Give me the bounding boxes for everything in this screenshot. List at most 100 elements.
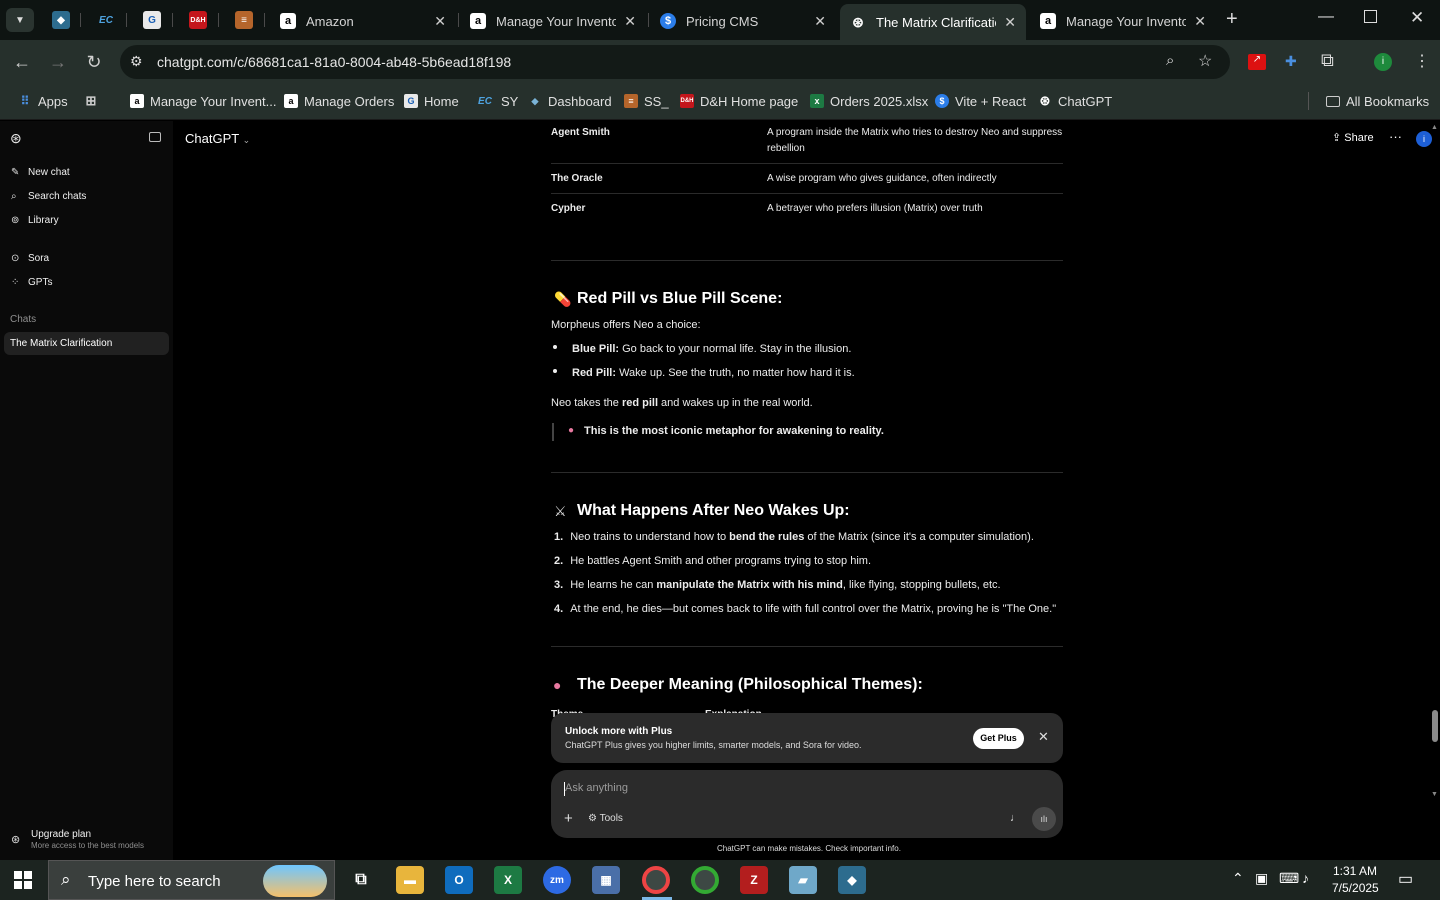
get-plus-button[interactable]: Get Plus bbox=[973, 728, 1024, 749]
chat-item-active[interactable]: The Matrix Clarification bbox=[4, 332, 169, 355]
bookmark-apps[interactable]: ⠿ Apps bbox=[18, 92, 68, 110]
new-chat-button[interactable]: ✎ New chat bbox=[11, 167, 70, 178]
scroll-down-icon[interactable]: ▼ bbox=[1431, 791, 1438, 798]
tab-pricing-cms[interactable]: $ Pricing CMS ✕ bbox=[650, 6, 836, 36]
sora-button[interactable]: ⊙ Sora bbox=[11, 253, 49, 264]
bookmark-orders-xlsx[interactable]: x Orders 2025.xlsx bbox=[810, 92, 928, 110]
app-icon[interactable]: ▰ bbox=[789, 866, 817, 894]
outlook-icon[interactable]: O bbox=[445, 866, 473, 894]
gpts-button[interactable]: ⁘ GPTs bbox=[11, 277, 52, 288]
task-view-icon[interactable]: ⧉ bbox=[347, 866, 375, 894]
extensions-puzzle-icon[interactable]: ⧉ bbox=[1321, 50, 1334, 71]
close-icon[interactable]: ✕ bbox=[1038, 729, 1049, 745]
toggle-sidebar-icon[interactable] bbox=[149, 132, 161, 142]
character-desc: A wise program who gives guidance, often… bbox=[767, 173, 997, 184]
model-selector[interactable]: ChatGPT ⌄ bbox=[185, 131, 250, 146]
windows-start-icon[interactable] bbox=[14, 871, 32, 889]
reload-icon[interactable]: ↻ bbox=[82, 50, 106, 74]
tab-manage-inventory-1[interactable]: a Manage Your Inventor ✕ bbox=[460, 6, 646, 36]
add-attachment-icon[interactable]: + bbox=[564, 810, 573, 827]
more-options-button[interactable]: ··· bbox=[1389, 129, 1402, 144]
search-chats-button[interactable]: ⌕ Search chats bbox=[11, 191, 86, 202]
tab-manage-inventory-2[interactable]: a Manage Your Inventor ✕ bbox=[1030, 6, 1216, 36]
chatgpt-logo-icon[interactable]: ⊛ bbox=[10, 130, 22, 147]
volume-icon[interactable]: ♪ bbox=[1302, 870, 1309, 886]
tools-button[interactable]: ⚙ Tools bbox=[588, 813, 623, 824]
bookmark-dashboard[interactable]: ◆ Dashboard bbox=[528, 92, 612, 110]
pinned-tab-1[interactable]: ◆ bbox=[52, 11, 70, 29]
library-button[interactable]: ⊚ Library bbox=[11, 215, 59, 226]
back-arrow-icon[interactable]: ← bbox=[10, 50, 34, 74]
chrome-profile-icon[interactable] bbox=[691, 866, 719, 894]
pinned-tab-3[interactable]: G bbox=[143, 11, 161, 29]
microphone-icon[interactable]: ♩ bbox=[1010, 812, 1021, 824]
site-info-icon[interactable]: ⚙ bbox=[130, 53, 143, 70]
text: of the Matrix (since it's a computer sim… bbox=[804, 531, 1034, 543]
bookmark-chatgpt[interactable]: ⊛ ChatGPT bbox=[1038, 92, 1113, 110]
scrollbar-thumb[interactable] bbox=[1432, 710, 1438, 742]
clock-time[interactable]: 1:31 AM bbox=[1333, 864, 1377, 878]
minimize-button[interactable]: — bbox=[1318, 8, 1334, 26]
tab-amazon[interactable]: a Amazon ✕ bbox=[270, 6, 456, 36]
bookmark-manage-orders[interactable]: a Manage Orders bbox=[284, 92, 394, 110]
banner-title: Unlock more with Plus bbox=[565, 726, 673, 737]
close-icon[interactable]: ✕ bbox=[434, 13, 446, 30]
bookmark-ss[interactable]: ≡ SS_ bbox=[624, 92, 669, 110]
all-bookmarks[interactable]: All Bookmarks bbox=[1326, 92, 1429, 110]
search-icon: ⌕ bbox=[61, 870, 71, 889]
zoom-icon[interactable]: ⌕ bbox=[1166, 52, 1174, 69]
notifications-icon[interactable]: ▭ bbox=[1398, 869, 1413, 889]
new-tab-button[interactable]: + bbox=[1226, 8, 1238, 31]
close-icon[interactable]: ✕ bbox=[624, 13, 636, 30]
close-icon[interactable]: ✕ bbox=[1194, 13, 1206, 30]
security-icon[interactable]: ▣ bbox=[1255, 870, 1268, 887]
excel-icon[interactable]: X bbox=[494, 866, 522, 894]
bookmark-dh-home[interactable]: D&H D&H Home page bbox=[680, 92, 798, 110]
amazon-icon: a bbox=[470, 13, 486, 29]
filezilla-icon[interactable]: Z bbox=[740, 866, 768, 894]
network-icon[interactable]: ⌨ bbox=[1279, 870, 1299, 887]
extension-2-icon[interactable]: ✚ bbox=[1285, 53, 1301, 69]
message-input[interactable]: Ask anything bbox=[565, 782, 628, 794]
bookmark-home[interactable]: G Home bbox=[404, 92, 459, 110]
bookmark-label: SS_ bbox=[644, 93, 669, 109]
close-window-button[interactable]: ✕ bbox=[1410, 8, 1424, 28]
tab-matrix-clarification[interactable]: ⊛ The Matrix Clarificatio ✕ bbox=[840, 4, 1026, 40]
chatgpt-icon: ⊛ bbox=[852, 13, 864, 30]
tab-search-button[interactable]: ▼ bbox=[6, 8, 34, 32]
home-site-icon: G bbox=[404, 94, 418, 108]
restore-button[interactable] bbox=[1364, 10, 1377, 23]
bookmark-sy[interactable]: EC SY bbox=[475, 92, 518, 110]
list-number: 3. bbox=[554, 579, 564, 591]
chrome-icon[interactable] bbox=[642, 866, 670, 894]
close-icon[interactable]: ✕ bbox=[1004, 14, 1016, 31]
scrollbar[interactable]: ▲ ▼ bbox=[1429, 121, 1440, 860]
upgrade-plan-button[interactable]: ⊛ Upgrade plan More access to the best m… bbox=[0, 821, 173, 860]
address-bar[interactable]: ⚙ chatgpt.com/c/68681ca1-81a0-8004-ab48-… bbox=[120, 45, 1230, 79]
amazon-icon: a bbox=[284, 94, 298, 108]
voice-mode-button[interactable]: ılı bbox=[1032, 807, 1056, 831]
pinned-tab-4[interactable]: D&H bbox=[189, 11, 207, 29]
bookmark-vite-react[interactable]: $ Vite + React bbox=[935, 92, 1026, 110]
bookmark-tab-groups[interactable]: ⊞ bbox=[84, 92, 104, 110]
forward-arrow-icon[interactable]: → bbox=[46, 50, 70, 74]
url-text[interactable]: chatgpt.com/c/68681ca1-81a0-8004-ab48-5b… bbox=[157, 54, 511, 70]
zoom-app-icon[interactable]: zm bbox=[543, 866, 571, 894]
taskbar-search-box[interactable]: ⌕ Type here to search bbox=[48, 860, 335, 900]
scroll-up-icon[interactable]: ▲ bbox=[1431, 124, 1438, 131]
bookmark-manage-inventory[interactable]: a Manage Your Invent... bbox=[130, 92, 276, 110]
pinned-tab-5[interactable]: ≡ bbox=[235, 11, 253, 29]
share-button[interactable]: ⇪ Share bbox=[1332, 131, 1374, 144]
profile-avatar[interactable]: i bbox=[1374, 53, 1392, 71]
extension-1-icon[interactable]: ↗ bbox=[1248, 54, 1266, 70]
calculator-icon[interactable]: ▦ bbox=[592, 866, 620, 894]
file-explorer-icon[interactable]: ▬ bbox=[396, 866, 424, 894]
upgrade-icon: ⊛ bbox=[11, 834, 21, 846]
pinned-tab-2[interactable]: EC bbox=[97, 11, 115, 29]
clock-date[interactable]: 7/5/2025 bbox=[1332, 881, 1379, 895]
show-hidden-icons-icon[interactable]: ⌃ bbox=[1232, 870, 1244, 887]
close-icon[interactable]: ✕ bbox=[814, 13, 826, 30]
browser-menu-icon[interactable]: ⋮ bbox=[1414, 51, 1430, 71]
bookmark-star-icon[interactable]: ☆ bbox=[1198, 51, 1212, 71]
vscode-like-icon[interactable]: ◆ bbox=[838, 866, 866, 894]
